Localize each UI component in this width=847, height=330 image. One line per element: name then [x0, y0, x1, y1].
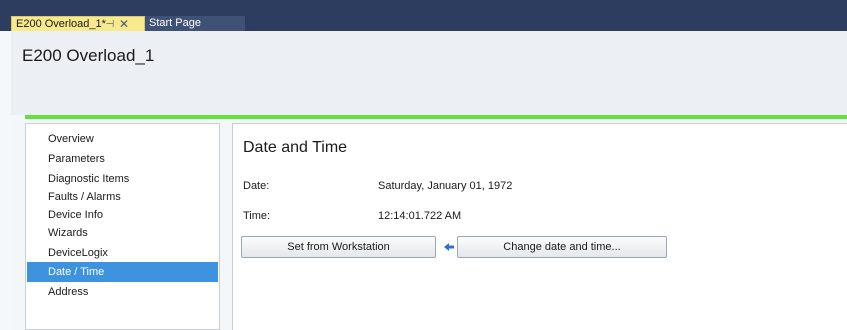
date-label: Date:	[243, 180, 270, 192]
app-window: E200 Overload_1* ⊣ ✕ Start Page E200 Ove…	[0, 0, 847, 330]
page-title: E200 Overload_1	[22, 46, 155, 65]
sidebar-item-parameters[interactable]: Parameters	[27, 149, 218, 169]
document-header: E200 Overload_1	[11, 31, 847, 115]
close-icon[interactable]: ✕	[117, 17, 131, 32]
sidebar-item-faults-alarms[interactable]: Faults / Alarms	[27, 187, 218, 207]
time-label: Time:	[243, 210, 271, 222]
sidebar-item-devicelogix[interactable]: DeviceLogix	[27, 243, 218, 263]
section-title: Date and Time	[243, 139, 348, 156]
set-from-workstation-button[interactable]: Set from Workstation	[241, 236, 436, 258]
sidebar-item-overview[interactable]: Overview	[27, 129, 218, 149]
sidebar-item-device-info[interactable]: Device Info	[27, 205, 218, 225]
arrow-left-icon	[444, 243, 454, 251]
document-tab-strip: E200 Overload_1* ⊣ ✕ Start Page	[0, 0, 847, 31]
tab-e200-overload[interactable]: E200 Overload_1* ⊣ ✕	[11, 16, 145, 31]
sidebar-item-wizards[interactable]: Wizards	[27, 223, 218, 243]
tab-start-page[interactable]: Start Page	[145, 16, 245, 31]
sidebar-item-date-time[interactable]: Date / Time	[27, 262, 218, 282]
change-date-time-button[interactable]: Change date and time...	[457, 236, 667, 258]
pin-icon[interactable]: ⊣	[103, 17, 117, 32]
date-time-panel: Date and Time Date: Saturday, January 01…	[232, 123, 847, 330]
tab-label: E200 Overload_1*	[16, 18, 106, 30]
time-value: 12:14:01.722 AM	[378, 210, 462, 222]
sidebar-item-diagnostic-items[interactable]: Diagnostic Items	[27, 169, 218, 189]
tab-label: Start Page	[149, 17, 201, 29]
sidebar-nav: Overview Parameters Diagnostic Items Fau…	[25, 123, 220, 330]
date-value: Saturday, January 01, 1972	[378, 180, 513, 192]
sidebar-item-address[interactable]: Address	[27, 282, 218, 302]
